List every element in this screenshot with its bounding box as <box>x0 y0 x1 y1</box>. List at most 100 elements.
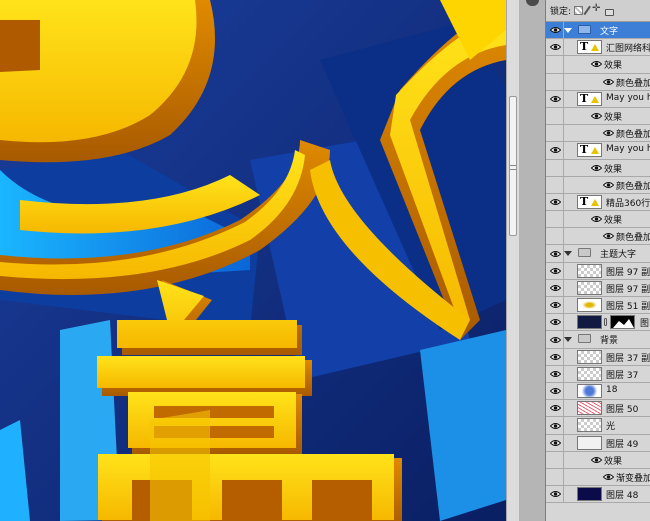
effect-eye-icon[interactable] <box>602 181 615 192</box>
layer-row-17[interactable]: 图 <box>546 314 650 332</box>
panel-gutter <box>519 0 546 521</box>
document-canvas[interactable] <box>0 0 506 521</box>
expand-chevron-icon[interactable] <box>564 28 572 33</box>
layer-row-25[interactable]: 效果 <box>546 451 650 469</box>
layer-name: 效果 <box>604 61 623 72</box>
layer-name: 图层 97 副 <box>606 284 650 295</box>
layer-name: 渐变叠加 <box>616 473 650 484</box>
column-divider <box>563 262 564 279</box>
column-divider <box>563 451 564 468</box>
layer-name: 效果 <box>604 112 623 123</box>
layer-row-15[interactable]: 图层 97 副 <box>546 279 650 297</box>
column-divider <box>563 279 564 296</box>
visibility-eye-icon[interactable] <box>549 318 562 326</box>
layer-row-13[interactable]: 主题大字 <box>546 245 650 263</box>
visibility-eye-icon[interactable] <box>549 250 562 258</box>
layer-thumbnail <box>577 383 602 398</box>
layer-name: 图层 49 <box>606 439 639 450</box>
layer-row-22[interactable]: 图层 50 <box>546 400 650 418</box>
visibility-eye-icon[interactable] <box>549 146 562 154</box>
column-divider <box>563 176 564 193</box>
layer-name: 颜色叠加 <box>616 78 650 89</box>
visibility-eye-icon[interactable] <box>549 336 562 344</box>
panel-menu-icon[interactable] <box>526 0 539 6</box>
layer-name: 颜色叠加 <box>616 130 650 141</box>
layer-name: 效果 <box>604 164 623 175</box>
visibility-eye-icon[interactable] <box>549 267 562 275</box>
visibility-eye-icon[interactable] <box>549 198 562 206</box>
visibility-eye-icon[interactable] <box>549 439 562 447</box>
layer-thumbnail <box>577 487 602 502</box>
visibility-eye-icon[interactable] <box>549 95 562 103</box>
visibility-eye-icon[interactable] <box>549 284 562 292</box>
lock-position-icon[interactable] <box>592 3 602 15</box>
effects-eye-icon[interactable] <box>590 456 603 467</box>
column-divider <box>563 22 564 39</box>
column-divider <box>563 90 564 107</box>
layer-thumbnail <box>577 349 602 364</box>
layer-thumbnail <box>577 315 602 330</box>
layer-row-8[interactable]: 效果 <box>546 159 650 177</box>
mask-link-icon[interactable] <box>604 318 607 327</box>
column-divider <box>563 107 564 125</box>
vertical-scrollbar[interactable] <box>506 0 519 521</box>
lock-transparency-icon[interactable] <box>574 6 584 15</box>
layer-row-21[interactable]: 18 <box>546 382 650 401</box>
layer-row-19[interactable]: 图层 37 副 <box>546 348 650 366</box>
column-divider <box>563 297 564 314</box>
column-divider <box>563 468 564 486</box>
layer-row-3[interactable]: 颜色叠加 <box>546 73 650 91</box>
layer-row-1[interactable]: 汇图网络科 <box>546 39 650 57</box>
layer-name: 精品360行 <box>606 198 650 209</box>
artwork <box>0 0 506 521</box>
effect-eye-icon[interactable] <box>602 78 615 89</box>
layer-row-12[interactable]: 颜色叠加 <box>546 228 650 246</box>
visibility-eye-icon[interactable] <box>549 422 562 430</box>
expand-chevron-icon[interactable] <box>564 251 572 257</box>
layer-name: 图层 37 <box>606 370 639 381</box>
layer-row-11[interactable]: 效果 <box>546 211 650 229</box>
column-divider <box>563 159 564 176</box>
layer-row-20[interactable]: 图层 37 <box>546 365 650 383</box>
visibility-eye-icon[interactable] <box>549 387 562 395</box>
visibility-eye-icon[interactable] <box>549 353 562 361</box>
layer-row-27[interactable]: 图层 48 <box>546 486 650 504</box>
effects-eye-icon[interactable] <box>590 215 603 226</box>
effect-eye-icon[interactable] <box>602 129 615 140</box>
column-divider <box>563 39 564 56</box>
layer-row-7[interactable]: May you ha <box>546 142 650 160</box>
column-divider <box>563 211 564 228</box>
expand-chevron-icon[interactable] <box>564 337 572 343</box>
visibility-eye-icon[interactable] <box>549 26 562 34</box>
layer-row-2[interactable]: 效果 <box>546 56 650 74</box>
visibility-eye-icon[interactable] <box>549 43 562 51</box>
column-divider <box>563 365 564 382</box>
layer-mask-thumbnail[interactable] <box>610 315 635 330</box>
effects-eye-icon[interactable] <box>590 112 603 123</box>
layer-row-18[interactable]: 背景 <box>546 331 650 349</box>
visibility-eye-icon[interactable] <box>549 490 562 498</box>
effects-eye-icon[interactable] <box>590 60 603 71</box>
layer-name: 图层 48 <box>606 491 639 502</box>
layer-row-16[interactable]: 图层 51 副 <box>546 297 650 315</box>
layer-row-10[interactable]: 精品360行 <box>546 193 650 212</box>
column-divider <box>563 314 564 331</box>
layer-row-4[interactable]: May you ha <box>546 90 650 108</box>
layer-thumbnail <box>577 366 602 381</box>
layer-row-24[interactable]: 图层 49 <box>546 434 650 452</box>
visibility-eye-icon[interactable] <box>549 370 562 378</box>
lock-all-icon[interactable] <box>605 8 615 16</box>
layer-row-9[interactable]: 颜色叠加 <box>546 176 650 194</box>
layer-row-26[interactable]: 渐变叠加 <box>546 468 650 487</box>
layer-row-6[interactable]: 颜色叠加 <box>546 125 650 143</box>
layer-row-5[interactable]: 效果 <box>546 107 650 126</box>
effects-eye-icon[interactable] <box>590 164 603 175</box>
visibility-eye-icon[interactable] <box>549 301 562 309</box>
layer-row-23[interactable]: 光 <box>546 417 650 435</box>
visibility-eye-icon[interactable] <box>549 404 562 412</box>
layer-row-0[interactable]: 文字 <box>546 22 650 40</box>
layer-row-14[interactable]: 图层 97 副 <box>546 262 650 280</box>
column-divider <box>563 417 564 434</box>
effect-eye-icon[interactable] <box>602 232 615 243</box>
effect-eye-icon[interactable] <box>602 473 615 484</box>
